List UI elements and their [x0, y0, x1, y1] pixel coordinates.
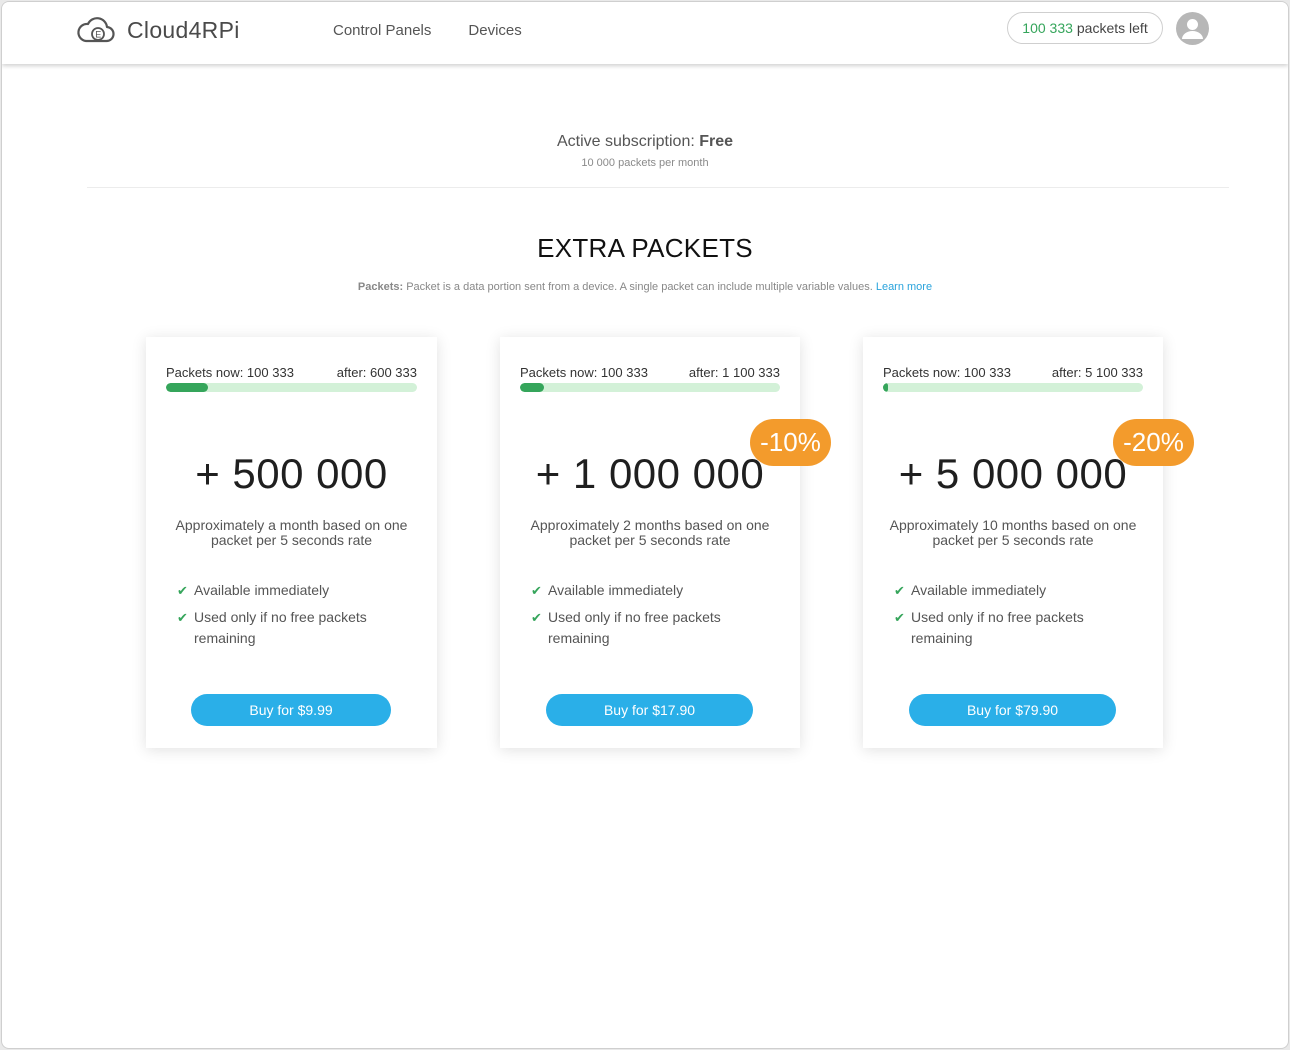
package-description: Approximately 2 months based on one pack…	[530, 517, 770, 548]
packets-now: Packets now: 100 333	[166, 365, 294, 380]
note-label: Packets:	[357, 281, 404, 293]
feature-item: ✔ Used only if no free packets remaining	[531, 607, 780, 649]
nav-control-panels[interactable]: Control Panels	[333, 22, 431, 39]
feature-list: ✔ Available immediately ✔ Used only if no …	[177, 580, 417, 655]
packets-summary: Packets now: 100 333 after: 600 333	[166, 365, 417, 380]
nav-devices[interactable]: Devices	[468, 22, 521, 39]
buy-button[interactable]: Buy for $79.90	[909, 694, 1116, 726]
discount-badge: -20%	[1113, 419, 1194, 466]
packets-note: Packets: Packet is a data portion sent f…	[2, 281, 1288, 293]
feature-list: ✔ Available immediately ✔ Used only if no …	[531, 580, 780, 655]
subscription-detail: 10 000 packets per month	[581, 157, 709, 169]
discount-badge: -10%	[750, 419, 831, 466]
buy-button[interactable]: Buy for $17.90	[546, 694, 753, 726]
packets-progress-bar	[166, 383, 417, 392]
packets-after: after: 600 333	[336, 365, 417, 380]
packets-left-count: 100 333	[1022, 20, 1073, 36]
feature-text: Available immediately	[548, 582, 684, 598]
note-text: Packet is a data portion sent from a dev…	[406, 281, 873, 293]
package-amount: + 500 000	[195, 450, 388, 497]
packets-now: Packets now: 100 333	[883, 365, 1011, 380]
progress-fill	[883, 383, 889, 392]
checkmark-icon: ✔	[894, 610, 905, 625]
checkmark-icon: ✔	[177, 583, 188, 598]
main-nav: Control Panels Devices	[333, 22, 559, 39]
packets-left-indicator[interactable]: 100 333 packets left	[1007, 12, 1163, 44]
feature-text: Used only if no free packets remaining	[194, 609, 367, 646]
checkmark-icon: ✔	[894, 583, 905, 598]
package-card: Packets now: 100 333 after: 1 100 333 + …	[500, 337, 800, 748]
package-description: Approximately a month based on one packe…	[175, 517, 408, 548]
progress-fill	[520, 383, 544, 392]
feature-item: ✔ Available immediately	[894, 580, 1143, 601]
packets-summary: Packets now: 100 333 after: 1 100 333	[520, 365, 780, 380]
packets-now: Packets now: 100 333	[520, 365, 648, 380]
cloud-logo-icon: E	[77, 17, 115, 43]
feature-text: Used only if no free packets remaining	[548, 609, 721, 646]
packets-after: after: 1 100 333	[688, 365, 780, 380]
feature-item: ✔ Used only if no free packets remaining	[894, 607, 1143, 649]
divider	[87, 187, 1229, 188]
app-logo[interactable]: E Cloud4RPi	[76, 15, 240, 45]
feature-list: ✔ Available immediately ✔ Used only if no …	[894, 580, 1143, 655]
packets-after: after: 5 100 333	[1051, 365, 1143, 380]
packets-progress-bar	[520, 383, 780, 392]
packets-progress-bar	[883, 383, 1143, 392]
packets-left-label: packets left	[1076, 20, 1148, 36]
subscription-plan: Free	[699, 133, 734, 150]
learn-more-link[interactable]: Learn more	[876, 281, 932, 293]
logo-text: Cloud4RPi	[127, 16, 240, 43]
subscription-info: Active subscription: Free 10 000 packets…	[2, 133, 1288, 169]
user-avatar-icon[interactable]	[1176, 12, 1209, 45]
feature-text: Used only if no free packets remaining	[911, 609, 1084, 646]
app-window: E Cloud4RPi Control Panels Devices 100 3…	[1, 1, 1289, 1049]
svg-text:E: E	[95, 30, 101, 40]
feature-item: ✔ Used only if no free packets remaining	[177, 607, 417, 649]
checkmark-icon: ✔	[531, 583, 542, 598]
feature-item: ✔ Available immediately	[177, 580, 417, 601]
subscription-line: Active subscription: Free	[2, 133, 1288, 151]
top-navbar: E Cloud4RPi Control Panels Devices 100 3…	[2, 2, 1288, 64]
package-card: Packets now: 100 333 after: 600 333 + 50…	[146, 337, 437, 748]
progress-fill	[166, 383, 208, 392]
checkmark-icon: ✔	[531, 610, 542, 625]
subscription-label: Active subscription:	[556, 133, 695, 150]
checkmark-icon: ✔	[177, 610, 188, 625]
package-description: Approximately 10 months based on one pac…	[889, 517, 1137, 548]
section-title: EXTRA PACKETS	[537, 233, 753, 263]
buy-button[interactable]: Buy for $9.99	[191, 694, 391, 726]
feature-text: Available immediately	[194, 582, 330, 598]
package-card: Packets now: 100 333 after: 5 100 333 + …	[863, 337, 1163, 748]
packets-summary: Packets now: 100 333 after: 5 100 333	[883, 365, 1143, 380]
feature-item: ✔ Available immediately	[531, 580, 780, 601]
feature-text: Available immediately	[911, 582, 1047, 598]
